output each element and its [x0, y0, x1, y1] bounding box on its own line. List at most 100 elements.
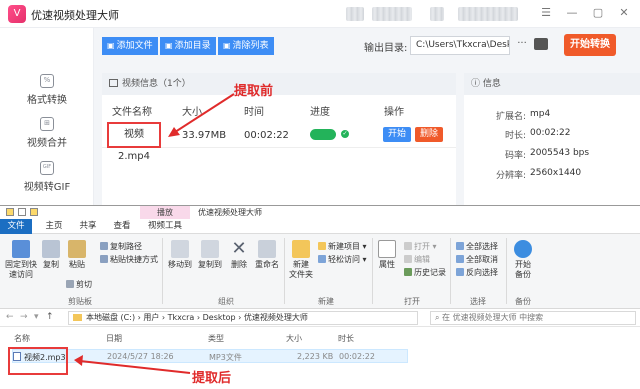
trash-icon: ▣	[223, 41, 231, 50]
add-file-button[interactable]: ▣ 添加文件	[102, 37, 158, 55]
folder-icon[interactable]	[534, 38, 548, 50]
cloud-backup-icon	[514, 240, 532, 258]
column-header-progress: 进度	[310, 107, 330, 118]
paste-shortcut-button[interactable]: 粘贴快捷方式	[100, 255, 158, 265]
up-arrow-icon[interactable]: ↑	[46, 312, 54, 322]
column-header-name[interactable]: 名称	[14, 333, 30, 344]
paste-icon	[68, 240, 86, 258]
format-convert-icon: %	[40, 74, 54, 88]
properties-icon	[378, 240, 396, 258]
new-folder-icon[interactable]	[30, 208, 38, 216]
group-separator	[450, 238, 451, 304]
rename-button[interactable]: 重命名	[254, 240, 280, 270]
maximize-icon[interactable]: ▢	[590, 5, 606, 21]
video-panel-header: 视频信息（1个）	[102, 73, 456, 95]
group-label-select: 选择	[470, 297, 486, 306]
clear-list-button[interactable]: ▣ 清除列表	[218, 37, 274, 55]
menu-icon[interactable]: ☰	[538, 5, 554, 21]
video-merge-icon: ⊞	[40, 117, 54, 131]
sidebar-item-label: 视频合并	[27, 138, 67, 149]
tab-view[interactable]: 查看	[108, 219, 136, 234]
file-list: 名称 日期 类型 大小 时长 视频2.mp3 2024/5/27 18:26 M…	[0, 327, 640, 389]
address-input[interactable]: 本地磁盘 (C:) › 用户 › Tkxcra › Desktop › 优速视频…	[68, 311, 418, 325]
search-icon: ⌕	[435, 313, 443, 322]
sidebar-item-format-convert[interactable]: % 格式转换	[0, 74, 94, 106]
select-all-button[interactable]: 全部选择	[456, 242, 498, 252]
open-button[interactable]: 打开 ▾	[404, 242, 437, 252]
minimize-icon[interactable]: —	[564, 5, 580, 21]
context-tab-play[interactable]: 播放	[140, 206, 190, 219]
invert-selection-icon	[456, 268, 464, 276]
history-icon	[404, 268, 412, 276]
start-backup-button[interactable]: 开始 备份	[510, 240, 536, 280]
edit-button[interactable]: 编辑	[404, 255, 430, 265]
select-none-button[interactable]: 全部取消	[456, 255, 498, 265]
copy-icon	[42, 240, 60, 258]
blurred-badge	[430, 7, 444, 21]
column-header-size[interactable]: 大小	[286, 333, 302, 344]
annotation-after-label: 提取后	[192, 371, 232, 386]
file-time-cell: 00:02:22	[244, 130, 289, 141]
copy-to-button[interactable]: 复制到	[196, 240, 224, 270]
edit-icon	[404, 255, 412, 263]
select-all-icon	[456, 242, 464, 250]
column-header-date[interactable]: 日期	[106, 333, 122, 344]
folder-icon	[6, 208, 14, 216]
start-button[interactable]: 开始	[383, 127, 411, 142]
new-item-button[interactable]: 新建项目 ▾	[318, 242, 367, 252]
video-info-panel: 视频信息（1个） 文件名称 大小 时间 进度 操作 视频2.mp4 33.97M…	[102, 73, 456, 205]
info-panel-header: ⓘ 信息	[464, 73, 640, 95]
blurred-avatar	[346, 7, 364, 21]
copy-button[interactable]: 复制	[40, 240, 62, 270]
column-header-name: 文件名称	[112, 107, 152, 118]
info-value-resolution: 2560x1440	[530, 168, 582, 178]
select-none-icon	[456, 255, 464, 263]
tab-home[interactable]: 主页	[40, 219, 68, 234]
scissors-icon	[66, 280, 74, 288]
cut-button[interactable]: 剪切	[66, 280, 92, 290]
annotation-arrow-after	[74, 355, 191, 374]
history-dropdown-icon[interactable]: ▾	[34, 312, 39, 322]
move-to-button[interactable]: 移动到	[166, 240, 194, 270]
pin-quick-access-button[interactable]: 固定到快 速访问	[4, 240, 38, 280]
sidebar-item-label: 格式转换	[27, 95, 67, 106]
output-path-input[interactable]: C:\Users\Tkxcra\Desktop	[410, 36, 510, 55]
delete-button[interactable]: 删除	[415, 127, 443, 142]
tab-share[interactable]: 共享	[74, 219, 102, 234]
back-arrow-icon[interactable]: ←	[6, 312, 14, 322]
file-duration: 00:02:22	[339, 352, 375, 361]
group-label-open: 打开	[404, 297, 420, 306]
delete-file-button[interactable]: ✕ 删除	[228, 240, 250, 270]
open-icon	[404, 242, 412, 250]
browse-more-button[interactable]: ···	[514, 38, 530, 52]
info-label-bitrate: 码率:	[504, 151, 526, 161]
properties-icon[interactable]	[18, 208, 26, 216]
file-explorer-window: 播放 优速视频处理大师 文件 主页 共享 查看 视频工具 固定到快 速访问 复制…	[0, 205, 640, 389]
copy-path-button[interactable]: 复制路径	[100, 242, 142, 252]
paste-button[interactable]: 粘贴	[66, 240, 88, 270]
group-separator	[372, 238, 373, 304]
sidebar-item-video-merge[interactable]: ⊞ 视频合并	[0, 117, 94, 149]
new-folder-button[interactable]: 新建 文件夹	[288, 240, 314, 280]
easy-access-button[interactable]: 轻松访问 ▾	[318, 255, 367, 265]
address-bar-row: ← → ▾ ↑ 本地磁盘 (C:) › 用户 › Tkxcra › Deskto…	[0, 309, 640, 327]
tab-video-tools[interactable]: 视频工具	[142, 219, 188, 234]
properties-button[interactable]: 属性	[376, 240, 398, 270]
column-header-type[interactable]: 类型	[208, 333, 224, 344]
close-icon[interactable]: ✕	[616, 5, 632, 21]
app-title: 优速视频处理大师	[31, 9, 119, 22]
folder-icon	[73, 314, 82, 321]
invert-selection-button[interactable]: 反向选择	[456, 268, 498, 278]
add-folder-button[interactable]: ▣ 添加目录	[160, 37, 216, 55]
column-header-actions: 操作	[384, 107, 404, 118]
search-input[interactable]: ⌕ 在 优速视频处理大师 中搜索	[430, 311, 636, 325]
start-convert-button[interactable]: 开始转换	[564, 34, 616, 56]
column-header-duration[interactable]: 时长	[338, 333, 354, 344]
sidebar-item-video-to-gif[interactable]: GIF 视频转GIF	[0, 161, 94, 193]
plus-icon: ▣	[107, 41, 115, 50]
tab-file[interactable]: 文件	[0, 219, 32, 234]
forward-arrow-icon[interactable]: →	[20, 312, 28, 322]
copy-path-icon	[100, 242, 108, 250]
history-button[interactable]: 历史记录	[404, 268, 446, 278]
gif-icon: GIF	[40, 161, 54, 175]
